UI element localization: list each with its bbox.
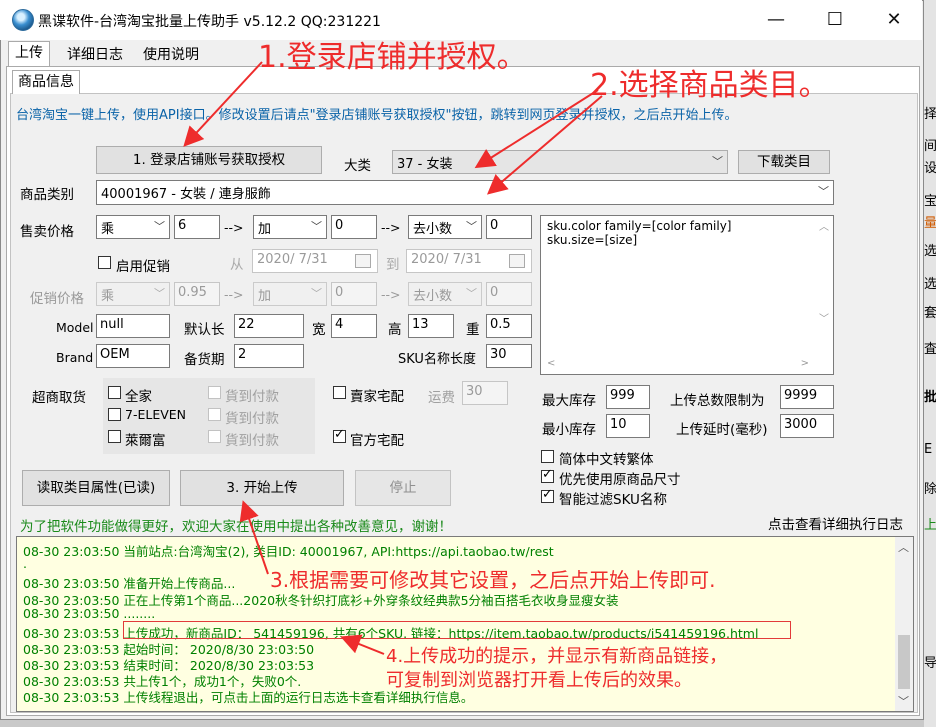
background-text: 査 [924, 342, 936, 357]
arrow-step4 [340, 634, 385, 655]
annotation-arrows [183, 61, 603, 655]
background-text: 选 [924, 244, 936, 259]
background-text: 除 [924, 482, 936, 497]
background-text: 择 [924, 107, 936, 122]
background-text: 宝 [924, 194, 936, 209]
background-text: E [924, 442, 933, 457]
arrow-step2a [474, 89, 599, 169]
arrow-step1 [183, 61, 263, 147]
background-text: 上 [924, 518, 936, 533]
background-text: 间 [924, 139, 936, 154]
background-text: 套 [924, 306, 936, 321]
arrow-step3 [239, 500, 269, 575]
background-text: 导 [924, 656, 936, 671]
background-text: 设 [924, 161, 936, 176]
background-text: 量 [924, 216, 936, 231]
background-text: 选 [924, 277, 936, 292]
background-text: 批 [924, 390, 936, 405]
arrow-step2b [486, 95, 603, 195]
